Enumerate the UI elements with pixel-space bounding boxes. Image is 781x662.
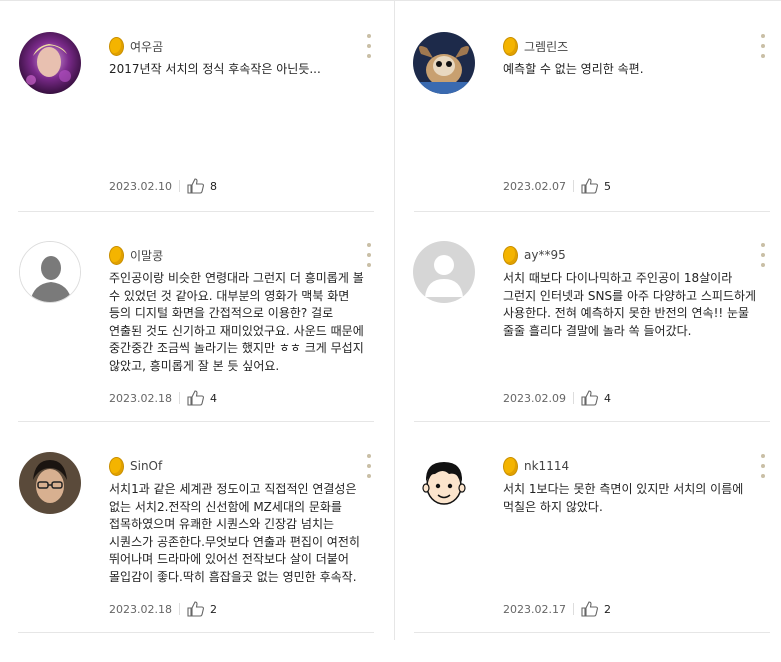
like-count: 2 xyxy=(209,602,217,616)
thumbs-up-icon xyxy=(581,390,598,406)
coin-icon xyxy=(503,245,518,265)
more-options-icon[interactable] xyxy=(364,243,374,267)
review-header: 이말콩 xyxy=(109,245,163,265)
meta-separator xyxy=(572,603,574,615)
meta-separator xyxy=(572,180,574,192)
review-text: 서치 1보다는 못한 측면이 있지만 서치의 이름에 먹칠은 하지 않았다. xyxy=(503,482,744,514)
user-avatar[interactable] xyxy=(413,32,475,94)
like-button[interactable]: 8 xyxy=(187,178,217,194)
photo-avatar-glasses xyxy=(19,452,81,514)
thumbs-up-icon xyxy=(581,601,598,617)
like-count: 8 xyxy=(209,179,217,193)
review-text: 2017년작 서치의 정식 후속작은 아닌듯... xyxy=(109,62,321,76)
default-gray-avatar xyxy=(413,241,475,303)
more-options-icon[interactable] xyxy=(758,454,768,478)
more-options-icon[interactable] xyxy=(758,34,768,58)
review-card: ay**95 서치 때보다 다이나믹하고 주인공이 18살이라 그런지 인터넷과… xyxy=(413,241,781,451)
meta-separator xyxy=(178,603,180,615)
review-date: 2023.02.07 xyxy=(503,179,566,193)
review-card: 이말콩 주인공이랑 비슷한 연령대라 그런지 더 흥미롭게 볼 수 있었던 것 … xyxy=(19,241,394,451)
nickname[interactable]: 여우곰 xyxy=(130,38,163,55)
coin-icon xyxy=(109,456,124,476)
review-date: 2023.02.10 xyxy=(109,179,172,193)
review-card: 여우곰 2017년작 서치의 정식 후속작은 아닌듯... 2023.02.10… xyxy=(19,32,394,242)
nickname[interactable]: nk1114 xyxy=(524,459,569,473)
review-card: 그렘린즈 예측할 수 없는 영리한 속편. 2023.02.07 5 xyxy=(413,32,781,242)
user-avatar[interactable] xyxy=(19,32,81,94)
review-meta: 2023.02.18 2 xyxy=(109,601,217,617)
photo-avatar-gremlin xyxy=(413,32,475,94)
review-date: 2023.02.09 xyxy=(503,391,566,405)
user-avatar[interactable] xyxy=(19,452,81,514)
cartoon-boy-avatar xyxy=(413,452,475,514)
nickname[interactable]: SinOf xyxy=(130,459,162,473)
coin-icon xyxy=(503,456,518,476)
like-button[interactable]: 2 xyxy=(581,601,611,617)
like-count: 4 xyxy=(603,391,611,405)
thumbs-up-icon xyxy=(187,601,204,617)
coin-icon xyxy=(503,36,518,56)
like-button[interactable]: 4 xyxy=(581,390,611,406)
review-header: 여우곰 xyxy=(109,36,163,56)
review-header: SinOf xyxy=(109,456,162,476)
review-card: nk1114 서치 1보다는 못한 측면이 있지만 서치의 이름에 먹칠은 하지… xyxy=(413,452,781,662)
meta-separator xyxy=(178,392,180,404)
user-avatar[interactable] xyxy=(413,241,475,303)
user-avatar[interactable] xyxy=(413,452,475,514)
review-text: 서치1과 같은 세계관 정도이고 직접적인 연결성은 없는 서치2.전작의 신선… xyxy=(109,482,360,584)
top-divider xyxy=(0,0,781,1)
like-button[interactable]: 2 xyxy=(187,601,217,617)
review-text: 주인공이랑 비슷한 연령대라 그런지 더 흥미롭게 볼 수 있었던 것 같아요.… xyxy=(109,271,364,373)
review-grid: 여우곰 2017년작 서치의 정식 후속작은 아닌듯... 2023.02.10… xyxy=(0,0,781,640)
review-meta: 2023.02.17 2 xyxy=(503,601,611,617)
nickname[interactable]: 이말콩 xyxy=(130,247,163,264)
more-options-icon[interactable] xyxy=(758,243,768,267)
coin-icon xyxy=(109,36,124,56)
nickname[interactable]: ay**95 xyxy=(524,248,566,262)
review-date: 2023.02.18 xyxy=(109,602,172,616)
like-count: 4 xyxy=(209,391,217,405)
review-meta: 2023.02.09 4 xyxy=(503,390,611,406)
coin-icon xyxy=(109,245,124,265)
user-avatar[interactable] xyxy=(19,241,81,303)
meta-separator xyxy=(178,180,180,192)
review-text: 서치 때보다 다이나믹하고 주인공이 18살이라 그런지 인터넷과 SNS를 아… xyxy=(503,271,757,338)
review-header: nk1114 xyxy=(503,456,569,476)
review-meta: 2023.02.07 5 xyxy=(503,178,611,194)
review-card: SinOf 서치1과 같은 세계관 정도이고 직접적인 연결성은 없는 서치2.… xyxy=(19,452,394,662)
like-count: 5 xyxy=(603,179,611,193)
more-options-icon[interactable] xyxy=(364,454,374,478)
nickname[interactable]: 그렘린즈 xyxy=(524,38,568,55)
review-meta: 2023.02.10 8 xyxy=(109,178,217,194)
review-meta: 2023.02.18 4 xyxy=(109,390,217,406)
like-button[interactable]: 4 xyxy=(187,390,217,406)
review-header: ay**95 xyxy=(503,245,566,265)
more-options-icon[interactable] xyxy=(364,34,374,58)
review-date: 2023.02.17 xyxy=(503,602,566,616)
thumbs-up-icon xyxy=(581,178,598,194)
thumbs-up-icon xyxy=(187,390,204,406)
thumbs-up-icon xyxy=(187,178,204,194)
like-count: 2 xyxy=(603,602,611,616)
review-text: 예측할 수 없는 영리한 속편. xyxy=(503,62,644,76)
review-date: 2023.02.18 xyxy=(109,391,172,405)
column-divider xyxy=(394,0,395,640)
review-header: 그렘린즈 xyxy=(503,36,568,56)
photo-avatar-purple xyxy=(19,32,81,94)
like-button[interactable]: 5 xyxy=(581,178,611,194)
default-person-avatar xyxy=(20,242,80,302)
meta-separator xyxy=(572,392,574,404)
